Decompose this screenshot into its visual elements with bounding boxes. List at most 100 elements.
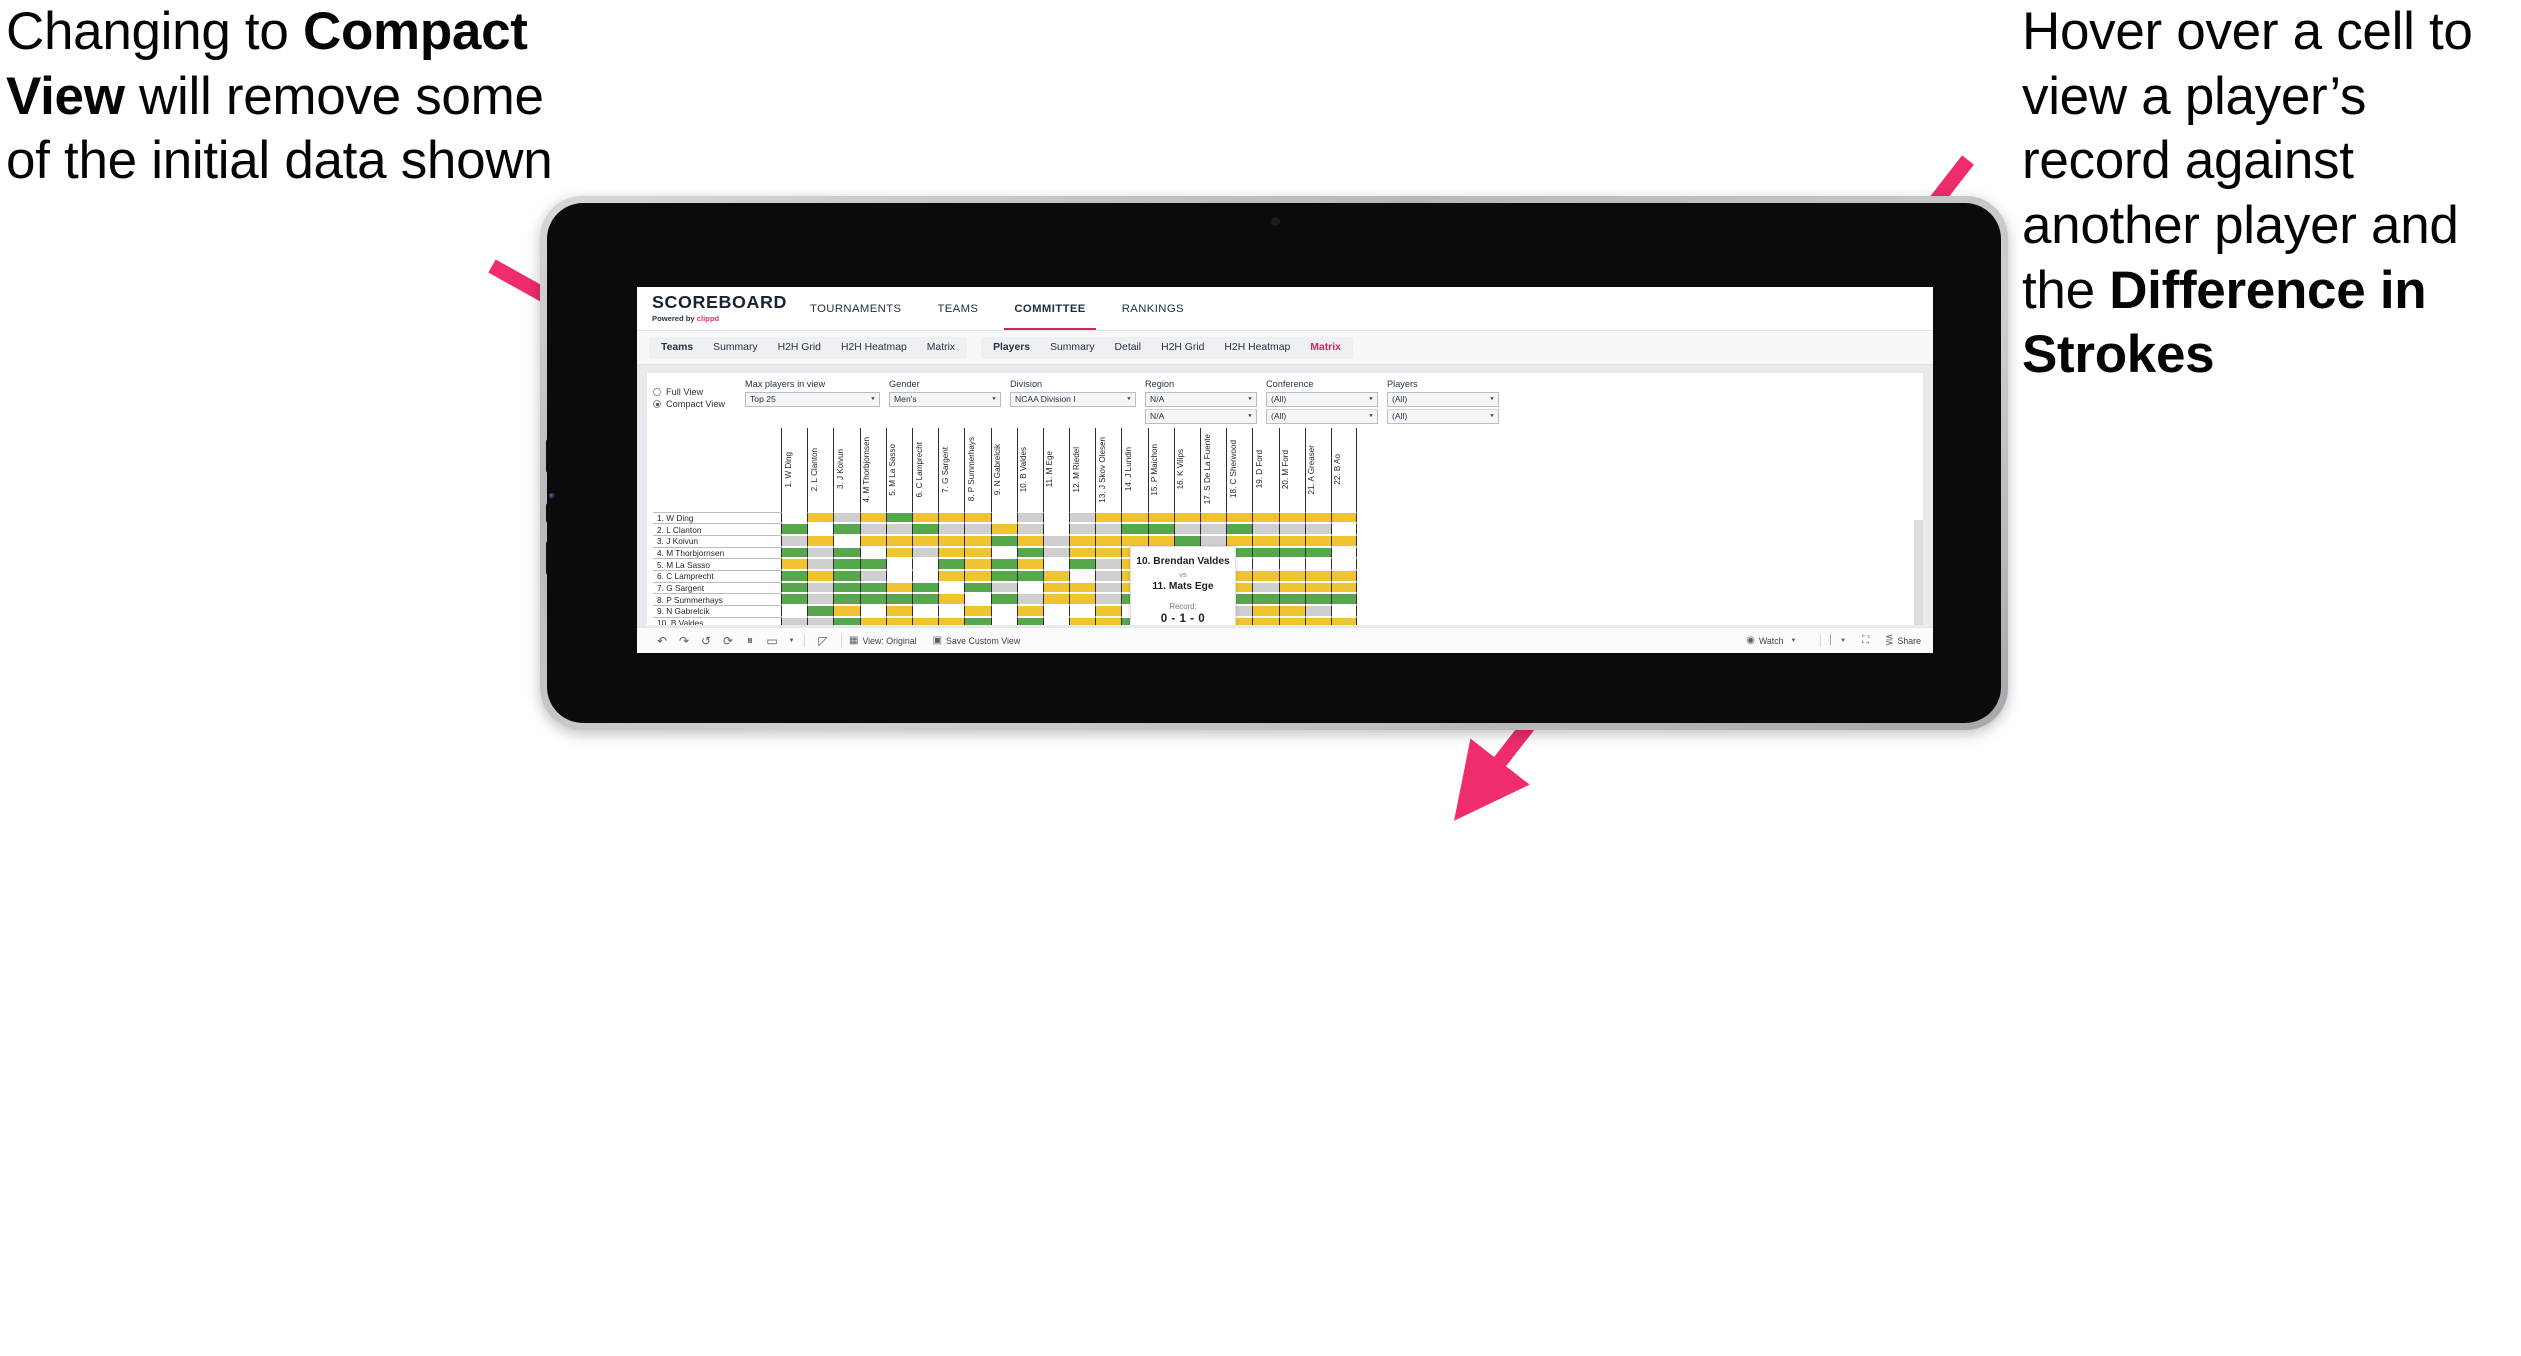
filter-conference-select-2[interactable]: (All) ▼: [1266, 408, 1378, 424]
matrix-cell[interactable]: [1069, 523, 1096, 535]
topnav-tournaments[interactable]: TOURNAMENTS: [792, 287, 919, 330]
matrix-cell[interactable]: [807, 534, 834, 547]
matrix-cell[interactable]: [1330, 546, 1358, 559]
matrix-cell[interactable]: [807, 605, 834, 617]
matrix-cell[interactable]: [1016, 581, 1043, 594]
matrix-cell[interactable]: [885, 523, 912, 535]
matrix-cell[interactable]: [885, 581, 912, 594]
matrix-cell[interactable]: [1330, 558, 1358, 570]
matrix-cell[interactable]: [1042, 569, 1070, 582]
subnav-players-detail[interactable]: Detail: [1105, 337, 1152, 359]
power-button[interactable]: [546, 541, 551, 575]
matrix-cell[interactable]: [1147, 523, 1174, 535]
matrix-cell[interactable]: [1069, 616, 1096, 625]
filter-players-select[interactable]: (All) ▼: [1387, 391, 1499, 407]
matrix-cell[interactable]: [1095, 558, 1122, 570]
matrix-cell[interactable]: [1173, 511, 1200, 524]
matrix-cell[interactable]: [1069, 581, 1096, 594]
matrix-cell[interactable]: [1226, 511, 1253, 524]
view-original-button[interactable]: ▦ View: Original: [849, 635, 917, 646]
matrix-cell[interactable]: [1278, 558, 1305, 570]
clock-icon[interactable]: ◸: [812, 634, 834, 648]
matrix-cell[interactable]: [1278, 605, 1305, 617]
matrix-cell[interactable]: [990, 546, 1017, 559]
filter-max-players-select[interactable]: Top 25 ▼: [745, 391, 880, 407]
revert-icon[interactable]: ↺: [695, 634, 717, 648]
matrix-cell[interactable]: [859, 558, 886, 570]
matrix-cell[interactable]: [781, 581, 808, 594]
vertical-scrollbar-thumb[interactable]: [1914, 519, 1923, 625]
matrix-cell[interactable]: [1095, 546, 1122, 559]
matrix-cell[interactable]: [781, 546, 808, 559]
matrix-cell[interactable]: [1252, 511, 1279, 524]
matrix-cell[interactable]: [1016, 605, 1043, 617]
matrix-cell[interactable]: [885, 569, 912, 582]
matrix-cell[interactable]: [1252, 558, 1279, 570]
matrix-cell[interactable]: [1095, 511, 1122, 524]
matrix-cell[interactable]: [807, 511, 834, 524]
matrix-cell[interactable]: [938, 605, 965, 617]
matrix-cell[interactable]: [859, 569, 886, 582]
matrix-cell[interactable]: [911, 593, 939, 605]
matrix-cell[interactable]: [1330, 593, 1358, 605]
matrix-cell[interactable]: [1278, 534, 1305, 547]
volume-up-button[interactable]: [546, 439, 551, 473]
matrix-cell[interactable]: [1042, 605, 1070, 617]
matrix-cell[interactable]: [807, 569, 834, 582]
matrix-cell[interactable]: [1330, 616, 1358, 625]
topnav-rankings[interactable]: RANKINGS: [1104, 287, 1202, 330]
matrix-cell[interactable]: [859, 581, 886, 594]
matrix-cell[interactable]: [1278, 546, 1305, 559]
subnav-players-summary[interactable]: Summary: [1040, 337, 1104, 359]
matrix-cell[interactable]: [859, 511, 886, 524]
matrix-cell[interactable]: [859, 616, 886, 625]
pause-icon[interactable]: ⏸: [739, 633, 761, 648]
subnav-players-h2h-grid[interactable]: H2H Grid: [1151, 337, 1214, 359]
matrix-cell[interactable]: [1200, 511, 1227, 524]
matrix-cell[interactable]: [990, 593, 1017, 605]
matrix-cell[interactable]: [911, 523, 939, 535]
matrix-cell[interactable]: [1147, 511, 1174, 524]
matrix-cell[interactable]: [938, 523, 965, 535]
matrix-cell[interactable]: [911, 569, 939, 582]
matrix-cell[interactable]: [1252, 523, 1279, 535]
matrix-cell[interactable]: [938, 546, 965, 559]
matrix-cell[interactable]: [1016, 534, 1043, 547]
undo-icon[interactable]: ↶: [651, 634, 673, 648]
matrix-cell[interactable]: [807, 616, 834, 625]
vertical-scrollbar[interactable]: [1914, 519, 1923, 625]
h2h-matrix[interactable]: 1. W Ding 2. L Clanton 3. J Koivun 4. M Tho…: [653, 427, 1923, 625]
matrix-cell[interactable]: [1042, 534, 1070, 547]
filter-players-select-2[interactable]: (All) ▼: [1387, 408, 1499, 424]
share-button[interactable]: ⋚ Share: [1885, 635, 1921, 646]
matrix-cell[interactable]: [938, 581, 965, 594]
matrix-cell[interactable]: [964, 616, 991, 625]
matrix-cell[interactable]: [1069, 511, 1096, 524]
brand-logo[interactable]: SCOREBOARD Powered by clippd: [652, 294, 786, 323]
watch-button[interactable]: ◉ Watch ▼: [1746, 635, 1796, 646]
matrix-cell[interactable]: [1042, 511, 1070, 524]
matrix-cell[interactable]: [1252, 569, 1279, 582]
subnav-players[interactable]: Players: [983, 337, 1040, 359]
matrix-cell[interactable]: [859, 605, 886, 617]
matrix-cell[interactable]: [1278, 569, 1305, 582]
matrix-cell[interactable]: [911, 546, 939, 559]
matrix-cell[interactable]: [990, 569, 1017, 582]
redo-icon[interactable]: ↷: [673, 634, 695, 648]
matrix-cell[interactable]: [885, 534, 912, 547]
matrix-cell[interactable]: [1330, 523, 1358, 535]
matrix-cell[interactable]: [1016, 593, 1043, 605]
matrix-cell[interactable]: [1278, 581, 1305, 594]
matrix-cell[interactable]: [1330, 605, 1358, 617]
matrix-cell[interactable]: [781, 558, 808, 570]
matrix-cell[interactable]: [833, 558, 860, 570]
matrix-cell[interactable]: [1304, 616, 1331, 625]
matrix-cell[interactable]: [964, 558, 991, 570]
matrix-cell[interactable]: [938, 511, 965, 524]
radio-full-view[interactable]: Full View: [653, 387, 745, 397]
matrix-cell[interactable]: [1016, 523, 1043, 535]
matrix-cell[interactable]: [807, 523, 834, 535]
matrix-cell[interactable]: [1095, 581, 1122, 594]
filter-region-select-2[interactable]: N/A ▼: [1145, 408, 1257, 424]
matrix-cell[interactable]: [1069, 546, 1096, 559]
